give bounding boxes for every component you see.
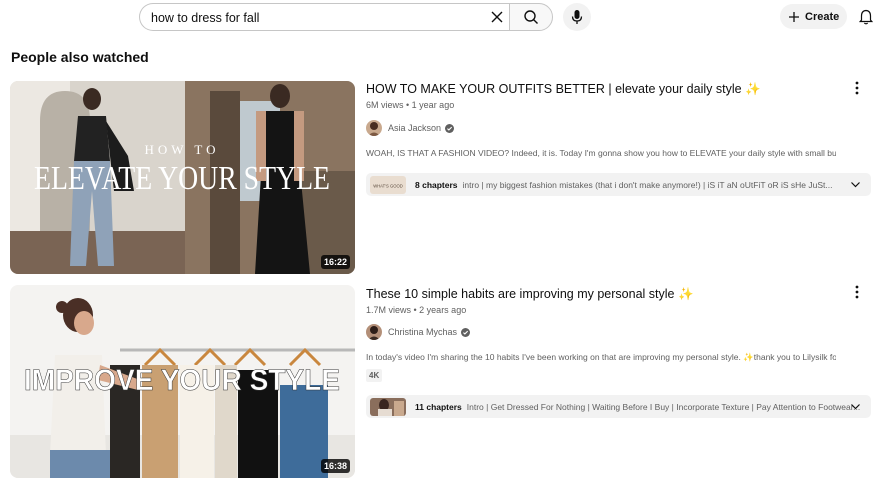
video-meta: 1.7M views • 2 years ago xyxy=(366,305,467,315)
chapter-thumbnail xyxy=(370,397,406,416)
video-description: In today's video I'm sharing the 10 habi… xyxy=(366,352,836,362)
video-description: WOAH, IS THAT A FASHION VIDEO? Indeed, i… xyxy=(366,148,836,158)
clear-search-button[interactable] xyxy=(486,7,508,27)
quality-badge: 4K xyxy=(366,369,383,382)
video-thumbnail[interactable]: IMPROVE YOUR STYLE 16:38 xyxy=(10,285,355,478)
verified-icon xyxy=(445,123,455,133)
section-title: People also watched xyxy=(11,49,149,65)
bell-icon xyxy=(859,9,873,25)
chevron-down-icon xyxy=(851,404,860,410)
search-input[interactable] xyxy=(151,9,481,27)
channel-link[interactable]: Asia Jackson xyxy=(366,120,455,136)
chapters-count: 8 chapters xyxy=(415,179,458,190)
avatar xyxy=(366,324,382,340)
avatar xyxy=(366,120,382,136)
video-duration: 16:22 xyxy=(320,255,350,269)
clear-icon xyxy=(491,11,503,23)
channel-name: Asia Jackson xyxy=(388,123,442,133)
video-title[interactable]: These 10 simple habits are improving my … xyxy=(366,287,694,302)
search-box[interactable] xyxy=(139,3,509,31)
create-button[interactable]: Create xyxy=(780,4,847,29)
chapter-thumbnail: WHAT'S GOOD xyxy=(370,175,406,194)
chapters-count: 11 chapters xyxy=(415,401,462,412)
notifications-button[interactable] xyxy=(856,6,876,28)
thumbnail-text-small: HOW TO xyxy=(145,142,220,157)
microphone-icon xyxy=(571,10,583,24)
video-menu-button[interactable] xyxy=(849,79,865,97)
create-button-label: Create xyxy=(805,10,840,23)
video-views: 1.7M views xyxy=(366,305,412,315)
chapters-list: intro | my biggest fashion mistakes (tha… xyxy=(462,179,833,190)
video-meta: 6M views • 1 year ago xyxy=(366,100,455,110)
more-vert-icon xyxy=(855,285,859,299)
more-vert-icon xyxy=(855,81,859,95)
chapters-bar[interactable]: WHAT'S GOOD 8 chapters intro | my bigges… xyxy=(366,173,871,196)
video-thumbnail[interactable]: HOW TO ELEVATE YOUR STYLE 16:22 xyxy=(10,81,355,274)
video-views: 6M views xyxy=(366,100,404,110)
voice-search-button[interactable] xyxy=(563,3,591,31)
thumbnail-image: IMPROVE YOUR STYLE xyxy=(10,285,355,478)
thumbnail-text-big: ELEVATE YOUR STYLE xyxy=(34,160,330,197)
chapters-bar[interactable]: 11 chapters Intro | Get Dressed For Noth… xyxy=(366,395,871,418)
channel-link[interactable]: Christina Mychas xyxy=(366,324,471,340)
search-button[interactable] xyxy=(509,3,553,31)
chapters-list: Intro | Get Dressed For Nothing | Waitin… xyxy=(466,401,861,412)
search-icon xyxy=(524,10,538,24)
video-duration: 16:38 xyxy=(320,459,350,473)
channel-name: Christina Mychas xyxy=(388,327,458,337)
plus-icon xyxy=(789,11,799,22)
thumbnail-image: HOW TO ELEVATE YOUR STYLE xyxy=(10,81,355,274)
video-age: 1 year ago xyxy=(411,100,455,110)
verified-icon xyxy=(461,327,471,337)
video-age: 2 years ago xyxy=(419,305,467,315)
chevron-down-icon xyxy=(851,182,860,188)
thumbnail-text-big: IMPROVE YOUR STYLE xyxy=(24,364,340,397)
video-title[interactable]: HOW TO MAKE YOUR OUTFITS BETTER | elevat… xyxy=(366,82,761,97)
video-menu-button[interactable] xyxy=(849,283,865,301)
svg-text:WHAT'S GOOD: WHAT'S GOOD xyxy=(373,183,403,188)
